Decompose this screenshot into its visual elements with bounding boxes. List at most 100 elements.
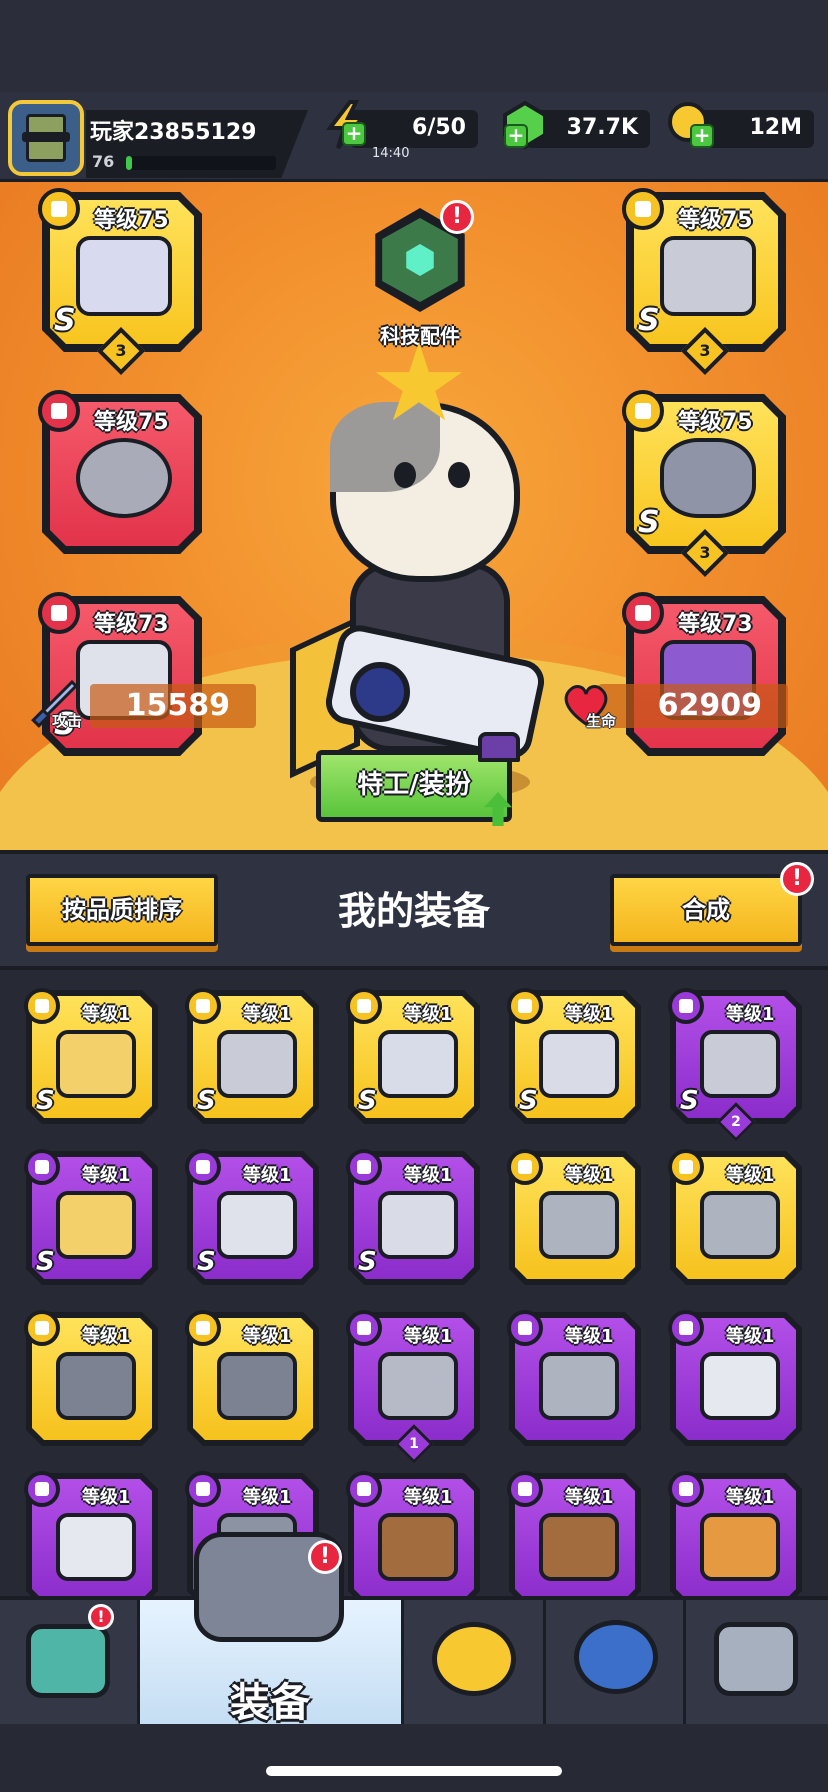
cat-eye bbox=[394, 462, 416, 488]
inventory-item[interactable]: 等级1 S 2 bbox=[668, 988, 802, 1142]
item-grade: S bbox=[36, 1086, 55, 1116]
item-level: 等级1 bbox=[243, 1165, 292, 1186]
tab-equipment-label: 装备 bbox=[230, 1680, 310, 1726]
item-type-icon bbox=[507, 1149, 543, 1185]
item-grade: S bbox=[358, 1247, 377, 1277]
crossed-swords-star-icon bbox=[432, 1622, 516, 1696]
item-level: 等级1 bbox=[565, 1165, 614, 1186]
item-level: 等级1 bbox=[404, 1487, 453, 1508]
inventory-item[interactable]: 等级1 bbox=[507, 1471, 641, 1596]
kunai-icon bbox=[539, 1191, 619, 1259]
shotgun-icon bbox=[378, 1513, 458, 1581]
merge-button[interactable]: 合成 bbox=[610, 874, 802, 946]
item-type-icon bbox=[507, 1471, 543, 1507]
slot-level: 等级75 bbox=[94, 208, 169, 233]
gold-coin-icon: + bbox=[666, 100, 716, 150]
status-bar bbox=[0, 0, 828, 92]
add-gems-button[interactable]: + bbox=[504, 124, 528, 148]
inventory-item[interactable]: 等级1 bbox=[24, 1310, 158, 1446]
health-label: 生命 bbox=[586, 712, 617, 730]
equip-slot-gloves[interactable]: 等级73 S bbox=[38, 592, 202, 756]
item-level: 等级1 bbox=[243, 1487, 292, 1508]
item-level: 等级1 bbox=[82, 1326, 131, 1347]
inventory-item[interactable]: 等级1 S bbox=[185, 1149, 319, 1285]
slot-grade: S bbox=[638, 303, 660, 338]
item-type-icon bbox=[668, 1310, 704, 1346]
sword-icon bbox=[56, 1030, 136, 1098]
equip-slot-weapon[interactable]: 等级75 S 3 bbox=[38, 188, 202, 376]
item-type-icon bbox=[185, 988, 221, 1024]
xp-fill bbox=[126, 156, 132, 170]
inventory-item[interactable]: 等级1 S bbox=[24, 1149, 158, 1285]
star-necklace-icon bbox=[378, 1030, 458, 1098]
item-level: 等级1 bbox=[404, 1004, 453, 1025]
energy-value: 6/50 bbox=[412, 115, 466, 140]
item-level: 等级1 bbox=[243, 1004, 292, 1025]
avatar[interactable] bbox=[8, 100, 84, 176]
gem-value: 37.7K bbox=[566, 115, 638, 140]
item-grade: S bbox=[36, 1247, 55, 1277]
item-level: 等级1 bbox=[726, 1326, 775, 1347]
armor-vest-icon bbox=[660, 236, 756, 316]
item-type-icon bbox=[24, 1471, 60, 1507]
slot-level: 等级75 bbox=[678, 208, 753, 233]
add-energy-button[interactable]: + bbox=[342, 122, 366, 146]
item-level: 等级1 bbox=[726, 1165, 775, 1186]
item-level: 等级1 bbox=[82, 1487, 131, 1508]
tab-battle[interactable] bbox=[404, 1600, 546, 1724]
item-type-icon bbox=[507, 1310, 543, 1346]
home-indicator[interactable] bbox=[266, 1766, 562, 1776]
character-stage: 等级75 S 3 等级75 S 3 等级75 等级75 S 3 等级73 S 等… bbox=[0, 182, 828, 850]
inventory-item[interactable]: 等级1 bbox=[507, 1310, 641, 1446]
tab-lab[interactable] bbox=[686, 1600, 828, 1724]
equip-slot-necklace[interactable]: 等级75 bbox=[38, 390, 202, 554]
inventory-item[interactable]: 等级1 bbox=[185, 1310, 319, 1446]
tab-shop[interactable] bbox=[0, 1600, 140, 1724]
kunai-icon bbox=[700, 1191, 780, 1259]
item-level: 等级1 bbox=[565, 1487, 614, 1508]
equip-slot-armor[interactable]: 等级75 S 3 bbox=[622, 188, 786, 376]
inventory-item[interactable]: 等级1 bbox=[668, 1471, 802, 1596]
item-level: 等级1 bbox=[243, 1326, 292, 1347]
inventory-item[interactable]: 等级1 1 bbox=[346, 1310, 480, 1464]
item-level: 等级1 bbox=[565, 1326, 614, 1347]
inventory-title: 我的装备 bbox=[337, 889, 490, 933]
tab-events[interactable] bbox=[546, 1600, 686, 1724]
item-type-icon bbox=[668, 1471, 704, 1507]
inventory-item[interactable]: 等级1 S bbox=[346, 1149, 480, 1285]
plate-armor-icon bbox=[378, 1352, 458, 1420]
inventory-item[interactable]: 等级1 S bbox=[346, 988, 480, 1124]
inventory-item[interactable]: 等级1 bbox=[668, 1149, 802, 1285]
item-level: 等级1 bbox=[404, 1165, 453, 1186]
lightning-icon: + bbox=[322, 100, 372, 150]
inventory-item[interactable]: 等级1 bbox=[507, 1149, 641, 1285]
dna-capsule-icon bbox=[714, 1622, 798, 1696]
item-level: 等级1 bbox=[726, 1004, 775, 1025]
inventory-item[interactable]: 等级1 S bbox=[507, 988, 641, 1124]
shop-alert-badge: ! bbox=[88, 1604, 114, 1630]
health-value: 62909 bbox=[657, 688, 762, 723]
sword-icon bbox=[56, 1191, 136, 1259]
blaster-barrel bbox=[350, 662, 410, 722]
inventory-item[interactable]: 等级1 S bbox=[185, 988, 319, 1124]
wizard-hat-icon bbox=[478, 732, 520, 762]
equip-slot-boots[interactable]: 等级73 bbox=[622, 592, 786, 756]
sort-by-quality-button[interactable]: 按品质排序 bbox=[26, 874, 218, 946]
inventory-item[interactable]: 等级1 S bbox=[24, 988, 158, 1124]
blaster-gun-icon bbox=[76, 236, 172, 316]
attack-stat: 15589 bbox=[90, 684, 256, 728]
equipment-alert-badge: ! bbox=[308, 1540, 342, 1574]
item-grade: S bbox=[519, 1086, 538, 1116]
inventory-item[interactable]: 等级1 bbox=[668, 1310, 802, 1446]
slot-level: 等级75 bbox=[678, 410, 753, 435]
green-gem-icon: + bbox=[500, 100, 550, 150]
equip-slot-belt[interactable]: 等级75 S 3 bbox=[622, 390, 786, 578]
armor-vest-icon bbox=[700, 1030, 780, 1098]
inventory-item[interactable]: 等级1 bbox=[24, 1471, 158, 1596]
coin-value: 12M bbox=[749, 115, 802, 140]
inventory-item[interactable]: 等级1 bbox=[346, 1471, 480, 1596]
health-stat: 62909 bbox=[598, 684, 788, 728]
item-grade: S bbox=[680, 1086, 699, 1116]
add-coins-button[interactable]: + bbox=[690, 124, 714, 148]
slot-level: 等级73 bbox=[94, 612, 169, 637]
